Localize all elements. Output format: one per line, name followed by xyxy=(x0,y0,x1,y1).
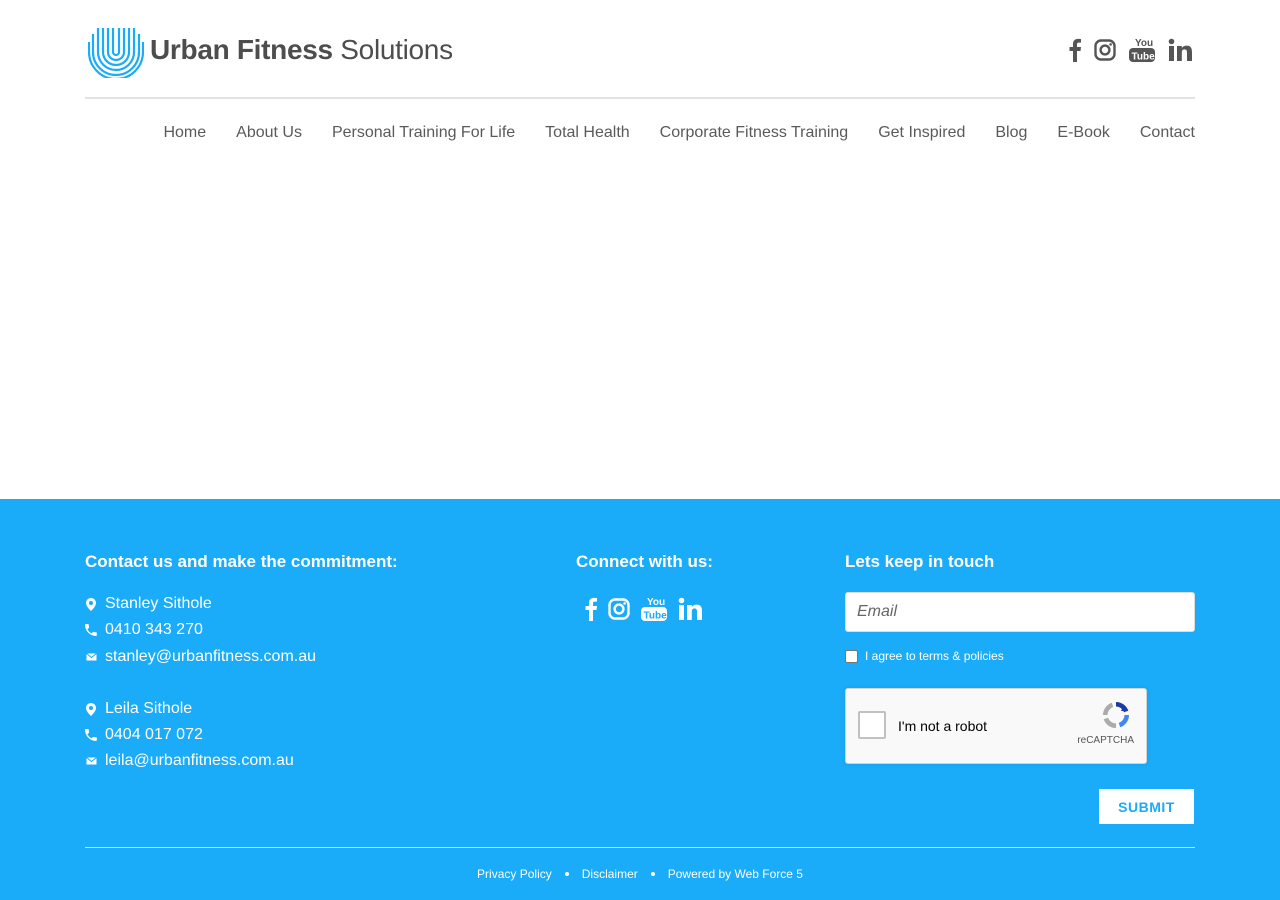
site-footer: Contact us and make the commitment: Stan… xyxy=(0,499,1280,900)
recaptcha-label: I'm not a robot xyxy=(898,718,988,734)
site-logo[interactable]: Urban Fitness Solutions xyxy=(88,22,453,78)
separator-dot xyxy=(564,872,569,876)
location-pin-icon xyxy=(85,702,97,716)
newsletter-email-input[interactable] xyxy=(845,592,1195,632)
nav-item-contact[interactable]: Contact xyxy=(1140,124,1195,142)
svg-text:Tube: Tube xyxy=(1132,52,1156,63)
nav-item-total-health[interactable]: Total Health xyxy=(545,124,630,142)
terms-label: I agree to terms & policies xyxy=(865,649,1004,663)
nav-item-personal-training[interactable]: Personal Training For Life xyxy=(332,124,515,142)
recaptcha-checkbox[interactable] xyxy=(858,711,886,739)
logo-text: Urban Fitness Solutions xyxy=(150,34,453,66)
contact-title: Contact us and make the commitment: xyxy=(85,552,398,571)
instagram-icon[interactable] xyxy=(1094,39,1116,66)
facebook-icon[interactable] xyxy=(584,597,598,626)
svg-text:You: You xyxy=(1135,38,1153,49)
nav-item-blog[interactable]: Blog xyxy=(995,124,1027,142)
recaptcha-brand: reCAPTCHA xyxy=(1077,735,1134,746)
nav-item-e-book[interactable]: E-Book xyxy=(1057,124,1109,142)
phone-icon xyxy=(85,623,97,637)
privacy-policy-link[interactable]: Privacy Policy xyxy=(477,867,552,881)
youtube-icon[interactable]: You Tube xyxy=(640,595,668,628)
nav-item-about-us[interactable]: About Us xyxy=(236,124,302,142)
terms-checkbox[interactable] xyxy=(845,649,858,663)
footer-divider xyxy=(85,847,1195,848)
contact-phone-line: 0404 017 072 xyxy=(85,726,203,744)
recaptcha-logo-icon xyxy=(1103,702,1129,728)
contact-phone[interactable]: 0410 343 270 xyxy=(105,621,203,639)
connect-title: Connect with us: xyxy=(576,552,713,571)
contact-name: Leila Sithole xyxy=(105,700,193,717)
logo-mark-icon xyxy=(88,28,144,78)
contact-email[interactable]: leila@urbanfitness.com.au xyxy=(105,752,294,770)
svg-text:You: You xyxy=(647,597,665,608)
youtube-icon[interactable]: You Tube xyxy=(1128,36,1156,69)
contact-phone[interactable]: 0404 017 072 xyxy=(105,726,203,744)
linkedin-icon[interactable] xyxy=(678,597,702,626)
nav-item-get-inspired[interactable]: Get Inspired xyxy=(878,124,965,142)
powered-by-link[interactable]: Powered by Web Force 5 xyxy=(668,867,803,881)
contact-phone-line: 0410 343 270 xyxy=(85,621,203,639)
terms-checkbox-row[interactable]: I agree to terms & policies xyxy=(845,649,1004,663)
contact-name: Stanley Sithole xyxy=(105,595,212,612)
facebook-icon[interactable] xyxy=(1068,38,1082,67)
instagram-icon[interactable] xyxy=(608,598,630,625)
footer-social-links: You Tube xyxy=(584,595,702,628)
contact-email-line: leila@urbanfitness.com.au xyxy=(85,752,294,770)
contact-email[interactable]: stanley@urbanfitness.com.au xyxy=(105,648,316,666)
contact-name-line: Stanley Sithole xyxy=(85,595,212,613)
logo-text-light: Solutions xyxy=(332,34,453,65)
main-nav: Home About Us Personal Training For Life… xyxy=(163,124,1195,142)
recaptcha-widget: I'm not a robot reCAPTCHA xyxy=(845,688,1147,764)
newsletter-title: Lets keep in touch xyxy=(845,552,995,571)
phone-icon xyxy=(85,728,97,742)
site-header: Urban Fitness Solutions You Tube xyxy=(85,0,1195,99)
header-social-links: You Tube xyxy=(1068,36,1192,69)
disclaimer-link[interactable]: Disclaimer xyxy=(582,867,638,881)
submit-button[interactable]: SUBMIT xyxy=(1099,789,1194,824)
separator-dot xyxy=(650,872,655,876)
contact-email-line: stanley@urbanfitness.com.au xyxy=(85,648,316,666)
nav-item-corporate-fitness[interactable]: Corporate Fitness Training xyxy=(660,124,849,142)
location-pin-icon xyxy=(85,597,97,611)
svg-text:Tube: Tube xyxy=(644,611,668,622)
contact-name-line: Leila Sithole xyxy=(85,700,192,718)
linkedin-icon[interactable] xyxy=(1168,38,1192,67)
mail-icon xyxy=(85,754,97,768)
nav-item-home[interactable]: Home xyxy=(163,124,206,142)
mail-icon xyxy=(85,650,97,664)
footer-bottom-links: Privacy Policy Disclaimer Powered by Web… xyxy=(0,867,1280,881)
logo-text-bold: Urban Fitness xyxy=(150,34,333,65)
